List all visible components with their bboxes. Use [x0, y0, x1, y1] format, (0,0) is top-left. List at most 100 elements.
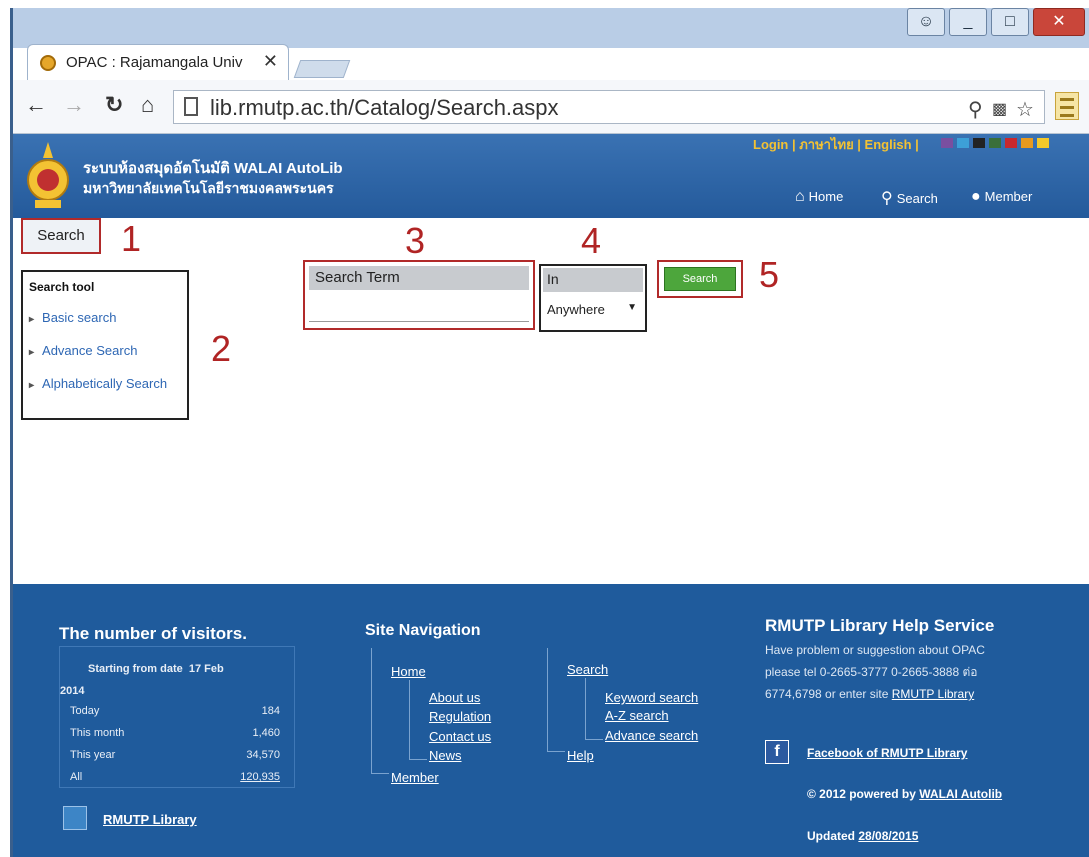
footer-advance-search-link[interactable]: Advance search [605, 728, 698, 743]
annotation-4: 4 [581, 220, 602, 261]
tab-title: OPAC : Rajamangala Univ [66, 54, 243, 71]
footer-news-link[interactable]: News [429, 748, 462, 763]
rmutp-library-link[interactable]: RMUTP Library [103, 812, 197, 827]
annotation-1: 1 [121, 218, 142, 259]
updated-date: Updated 28/08/2015 [807, 829, 919, 843]
color-swatch-0[interactable] [941, 138, 953, 148]
page-icon [184, 97, 198, 116]
search-tool-title: Search tool [29, 280, 95, 294]
footer-regulation-link[interactable]: Regulation [429, 709, 491, 724]
top-links[interactable]: Login | ภาษาไทย | English | [753, 134, 919, 155]
visitor-row-all: All 120,935 [70, 771, 280, 783]
search-field-select[interactable]: Anywhere ▼ [543, 298, 643, 324]
search-tab[interactable]: Search [21, 218, 101, 254]
annotation-2: 2 [211, 328, 232, 369]
dropdown-arrow-icon: ▼ [627, 302, 637, 313]
basic-search-link[interactable]: ▸ Basic search [29, 310, 181, 325]
search-icon: ⚲ [881, 190, 893, 207]
nav-member-label: Member [984, 189, 1033, 204]
visitor-counter: Starting from date 17 Feb 2014 Today 184 … [59, 646, 295, 788]
alphabetically-search-link[interactable]: ▸ Alphabetically Search [29, 376, 181, 391]
close-window-button[interactable]: ✕ [1033, 8, 1085, 36]
search-term-label: Search Term [309, 266, 529, 290]
browser-toolbar: ← → ↻ ⌂ lib.rmutp.ac.th/Catalog/Search.a… [13, 80, 1089, 134]
help-service-heading: RMUTP Library Help Service [765, 616, 995, 635]
maximize-button[interactable]: □ [991, 8, 1029, 36]
home-icon: ⌂ [795, 188, 805, 205]
help-library-link[interactable]: RMUTP Library [892, 687, 974, 701]
search-button[interactable]: Search [664, 267, 736, 291]
favicon-icon [40, 55, 56, 71]
footer-help-link[interactable]: Help [567, 748, 594, 763]
bullet-icon: ▸ [29, 347, 35, 358]
reload-icon[interactable]: ↻ [105, 94, 123, 116]
visitor-start-year: 2014 [60, 685, 85, 697]
translate-icon[interactable]: ▩ [992, 99, 1007, 119]
window-controls: ☺ _ □ ✕ [907, 8, 1085, 40]
nav-home[interactable]: ⌂ Home [795, 188, 843, 206]
site-navigation-heading: Site Navigation [365, 622, 481, 639]
nav-tree-line [409, 680, 427, 760]
footer-search-link[interactable]: Search [567, 662, 608, 677]
color-swatch-5[interactable] [1021, 138, 1033, 148]
site-subtitle: มหาวิทยาลัยเทคโนโลยีราชมงคลพระนคร [83, 180, 334, 196]
bullet-icon: ▸ [29, 380, 35, 391]
user-icon: ● [971, 188, 981, 205]
nav-member[interactable]: ● Member [971, 188, 1032, 206]
search-tool-panel: Search tool ▸ Basic search ▸ Advance Searc… [21, 270, 189, 420]
color-swatch-2[interactable] [973, 138, 985, 148]
color-swatch-1[interactable] [957, 138, 969, 148]
address-bar[interactable]: lib.rmutp.ac.th/Catalog/Search.aspx ⚲ ▩ … [173, 90, 1045, 124]
browser-window: ☺ _ □ ✕ OPAC : Rajamangala Univ ✕ ← → ↻ … [10, 8, 1089, 857]
new-tab-button[interactable] [293, 60, 351, 78]
visitors-heading: The number of visitors. [59, 624, 247, 643]
browser-tab[interactable]: OPAC : Rajamangala Univ ✕ [27, 44, 289, 80]
footer-keyword-search-link[interactable]: Keyword search [605, 690, 698, 705]
nav-home-label: Home [808, 189, 844, 204]
footer-home-link[interactable]: Home [391, 664, 426, 679]
color-swatch-4[interactable] [1005, 138, 1017, 148]
search-in-label: In [543, 268, 643, 292]
color-swatch-6[interactable] [1037, 138, 1049, 148]
color-swatch-3[interactable] [989, 138, 1001, 148]
annotation-3: 3 [405, 220, 426, 261]
search-in-group: In Anywhere ▼ [539, 264, 647, 332]
footer-about-link[interactable]: About us [429, 690, 480, 705]
help-line-3: 6774,6798 or enter site RMUTP Library [765, 687, 975, 701]
title-bar: ☺ _ □ ✕ [13, 8, 1089, 48]
facebook-icon[interactable]: f [765, 740, 789, 764]
footer-member-link[interactable]: Member [391, 770, 439, 785]
nav-tree-line [371, 648, 389, 774]
facebook-link[interactable]: Facebook of RMUTP Library [807, 746, 967, 760]
footer-contact-link[interactable]: Contact us [429, 729, 491, 744]
footer-az-search-link[interactable]: A-Z search [605, 708, 669, 723]
menu-icon[interactable] [1055, 92, 1079, 120]
search-term-input[interactable] [309, 296, 529, 322]
advance-search-link[interactable]: ▸ Advance Search [29, 343, 181, 358]
tab-close-icon[interactable]: ✕ [263, 51, 278, 72]
url-text: lib.rmutp.ac.th/Catalog/Search.aspx [210, 95, 559, 120]
bullet-icon: ▸ [29, 314, 35, 325]
site-footer: The number of visitors. Starting from da… [13, 584, 1089, 857]
visitor-start-label: Starting from date 17 Feb [88, 663, 224, 675]
user-icon[interactable]: ☺ [907, 8, 945, 36]
nav-tree-line [585, 678, 603, 740]
back-arrow-icon[interactable]: ← [25, 94, 47, 116]
search-field-value: Anywhere [547, 302, 605, 317]
annotation-5: 5 [759, 254, 780, 295]
site-title: ระบบห้องสมุดอัตโนมัติ WALAI AutoLib [83, 160, 343, 177]
minimize-button[interactable]: _ [949, 8, 987, 36]
zoom-icon[interactable]: ⚲ [968, 97, 983, 122]
home-icon[interactable]: ⌂ [141, 94, 154, 116]
visitor-row-month: This month 1,460 [70, 727, 280, 739]
nav-search-label: Search [896, 191, 938, 206]
bookmark-star-icon[interactable]: ☆ [1016, 97, 1034, 122]
search-term-group: Search Term [303, 260, 535, 330]
forward-arrow-icon[interactable]: → [63, 94, 85, 116]
nav-search[interactable]: ⚲ Search [881, 188, 938, 208]
help-line-2: please tel 0-2665-3777 0-2665-3888 ต่อ [765, 665, 978, 679]
theme-color-swatches[interactable] [941, 138, 1049, 148]
walai-link[interactable]: WALAI Autolib [919, 787, 1002, 801]
search-button-frame: Search [657, 260, 743, 298]
rmutp-logo-icon [63, 806, 87, 830]
